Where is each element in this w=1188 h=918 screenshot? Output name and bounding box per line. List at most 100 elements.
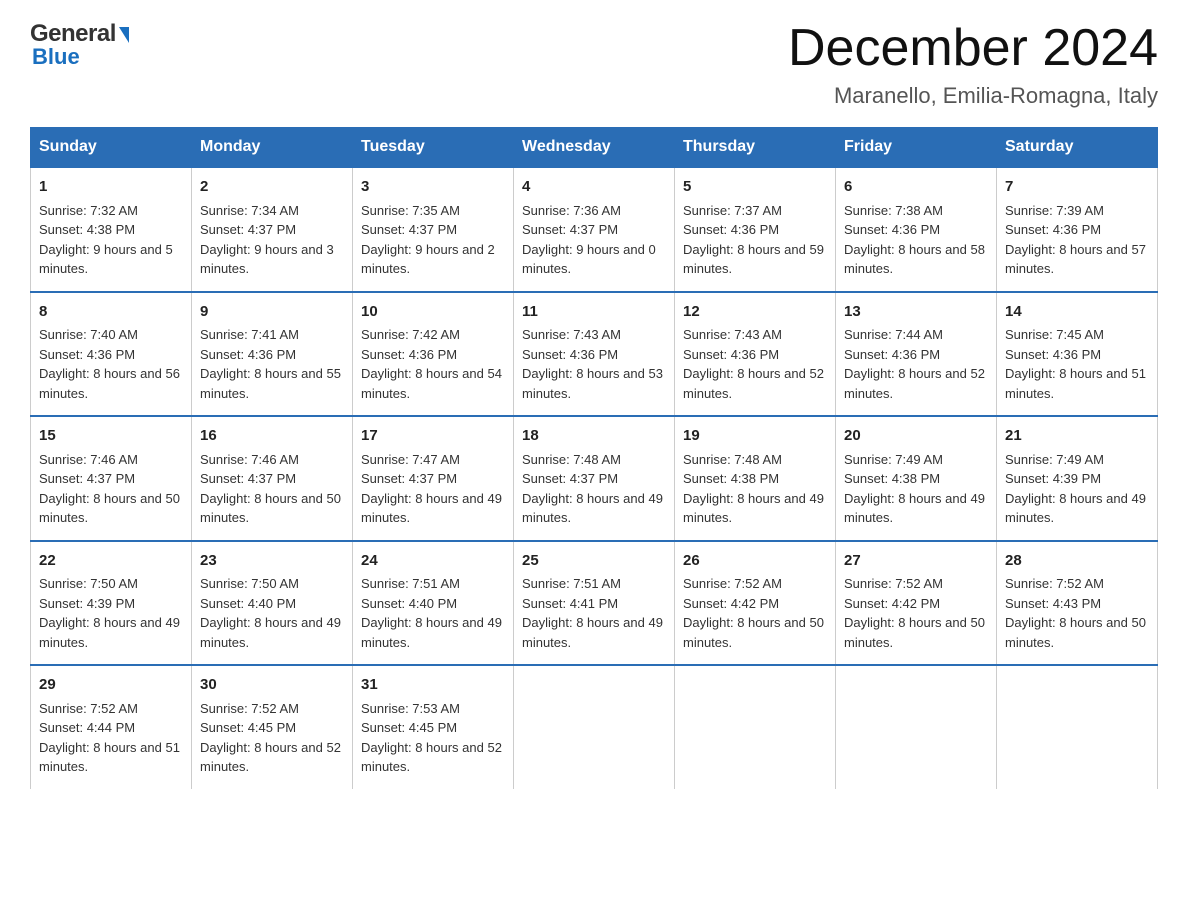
header-friday: Friday xyxy=(836,128,997,168)
calendar-cell: 2Sunrise: 7:34 AMSunset: 4:37 PMDaylight… xyxy=(192,167,353,292)
day-number: 29 xyxy=(39,674,183,697)
month-year-title: December 2024 xyxy=(788,20,1158,77)
day-info: Sunrise: 7:41 AMSunset: 4:36 PMDaylight:… xyxy=(200,327,341,401)
calendar-cell: 14 Sunrise: 7:45 AMSunset: 4:36 PMDayligh… xyxy=(997,292,1158,417)
calendar-week-row: 22 Sunrise: 7:50 AMSunset: 4:39 PMDayligh… xyxy=(31,541,1158,666)
day-info: Sunrise: 7:46 AMSunset: 4:37 PMDaylight:… xyxy=(200,452,341,526)
calendar-cell: 8 Sunrise: 7:40 AMSunset: 4:36 PMDaylight… xyxy=(31,292,192,417)
calendar-cell: 17 Sunrise: 7:47 AMSunset: 4:37 PMDayligh… xyxy=(353,416,514,541)
calendar-cell: 24 Sunrise: 7:51 AMSunset: 4:40 PMDayligh… xyxy=(353,541,514,666)
day-info: Sunrise: 7:52 AMSunset: 4:45 PMDaylight:… xyxy=(200,701,341,775)
location-subtitle: Maranello, Emilia-Romagna, Italy xyxy=(788,83,1158,109)
day-number: 3 xyxy=(361,176,505,199)
day-number: 19 xyxy=(683,425,827,448)
day-info: Sunrise: 7:40 AMSunset: 4:36 PMDaylight:… xyxy=(39,327,180,401)
calendar-week-row: 1Sunrise: 7:32 AMSunset: 4:38 PMDaylight… xyxy=(31,167,1158,292)
calendar-header-row: SundayMondayTuesdayWednesdayThursdayFrid… xyxy=(31,128,1158,168)
calendar-week-row: 29 Sunrise: 7:52 AMSunset: 4:44 PMDayligh… xyxy=(31,665,1158,789)
day-info: Sunrise: 7:34 AMSunset: 4:37 PMDaylight:… xyxy=(200,203,334,277)
day-number: 6 xyxy=(844,176,988,199)
calendar-cell: 27Sunrise: 7:52 AMSunset: 4:42 PMDayligh… xyxy=(836,541,997,666)
day-number: 5 xyxy=(683,176,827,199)
day-number: 21 xyxy=(1005,425,1149,448)
calendar-cell: 9Sunrise: 7:41 AMSunset: 4:36 PMDaylight… xyxy=(192,292,353,417)
day-info: Sunrise: 7:47 AMSunset: 4:37 PMDaylight:… xyxy=(361,452,502,526)
header-wednesday: Wednesday xyxy=(514,128,675,168)
header-monday: Monday xyxy=(192,128,353,168)
day-number: 24 xyxy=(361,550,505,573)
day-number: 26 xyxy=(683,550,827,573)
day-info: Sunrise: 7:45 AMSunset: 4:36 PMDaylight:… xyxy=(1005,327,1146,401)
day-info: Sunrise: 7:50 AMSunset: 4:40 PMDaylight:… xyxy=(200,576,341,650)
calendar-cell: 31Sunrise: 7:53 AMSunset: 4:45 PMDayligh… xyxy=(353,665,514,789)
day-info: Sunrise: 7:36 AMSunset: 4:37 PMDaylight:… xyxy=(522,203,656,277)
header-thursday: Thursday xyxy=(675,128,836,168)
calendar-cell: 28Sunrise: 7:52 AMSunset: 4:43 PMDayligh… xyxy=(997,541,1158,666)
day-info: Sunrise: 7:39 AMSunset: 4:36 PMDaylight:… xyxy=(1005,203,1146,277)
header-saturday: Saturday xyxy=(997,128,1158,168)
day-info: Sunrise: 7:43 AMSunset: 4:36 PMDaylight:… xyxy=(683,327,824,401)
day-info: Sunrise: 7:48 AMSunset: 4:38 PMDaylight:… xyxy=(683,452,824,526)
calendar-cell: 16 Sunrise: 7:46 AMSunset: 4:37 PMDayligh… xyxy=(192,416,353,541)
day-info: Sunrise: 7:51 AMSunset: 4:40 PMDaylight:… xyxy=(361,576,502,650)
day-info: Sunrise: 7:50 AMSunset: 4:39 PMDaylight:… xyxy=(39,576,180,650)
day-number: 11 xyxy=(522,301,666,324)
calendar-cell: 15Sunrise: 7:46 AMSunset: 4:37 PMDayligh… xyxy=(31,416,192,541)
day-number: 30 xyxy=(200,674,344,697)
day-number: 18 xyxy=(522,425,666,448)
day-info: Sunrise: 7:52 AMSunset: 4:43 PMDaylight:… xyxy=(1005,576,1146,650)
header-sunday: Sunday xyxy=(31,128,192,168)
calendar-cell: 13 Sunrise: 7:44 AMSunset: 4:36 PMDayligh… xyxy=(836,292,997,417)
day-number: 8 xyxy=(39,301,183,324)
day-info: Sunrise: 7:44 AMSunset: 4:36 PMDaylight:… xyxy=(844,327,985,401)
day-info: Sunrise: 7:48 AMSunset: 4:37 PMDaylight:… xyxy=(522,452,663,526)
calendar-cell xyxy=(675,665,836,789)
day-number: 13 xyxy=(844,301,988,324)
calendar-cell: 23 Sunrise: 7:50 AMSunset: 4:40 PMDayligh… xyxy=(192,541,353,666)
calendar-cell: 5 Sunrise: 7:37 AMSunset: 4:36 PMDaylight… xyxy=(675,167,836,292)
calendar-cell xyxy=(997,665,1158,789)
day-info: Sunrise: 7:42 AMSunset: 4:36 PMDaylight:… xyxy=(361,327,502,401)
logo-blue: Blue xyxy=(30,44,80,70)
calendar-table: SundayMondayTuesdayWednesdayThursdayFrid… xyxy=(30,127,1158,789)
page-header: General Blue December 2024 Maranello, Em… xyxy=(30,20,1158,109)
day-info: Sunrise: 7:52 AMSunset: 4:44 PMDaylight:… xyxy=(39,701,180,775)
day-number: 17 xyxy=(361,425,505,448)
day-number: 16 xyxy=(200,425,344,448)
calendar-cell: 25 Sunrise: 7:51 AMSunset: 4:41 PMDayligh… xyxy=(514,541,675,666)
day-number: 10 xyxy=(361,301,505,324)
calendar-cell: 19 Sunrise: 7:48 AMSunset: 4:38 PMDayligh… xyxy=(675,416,836,541)
calendar-cell: 26Sunrise: 7:52 AMSunset: 4:42 PMDayligh… xyxy=(675,541,836,666)
calendar-cell: 12 Sunrise: 7:43 AMSunset: 4:36 PMDayligh… xyxy=(675,292,836,417)
calendar-cell: 1Sunrise: 7:32 AMSunset: 4:38 PMDaylight… xyxy=(31,167,192,292)
calendar-cell: 4 Sunrise: 7:36 AMSunset: 4:37 PMDaylight… xyxy=(514,167,675,292)
day-info: Sunrise: 7:49 AMSunset: 4:39 PMDaylight:… xyxy=(1005,452,1146,526)
day-number: 7 xyxy=(1005,176,1149,199)
calendar-cell xyxy=(514,665,675,789)
day-number: 27 xyxy=(844,550,988,573)
calendar-cell: 10 Sunrise: 7:42 AMSunset: 4:36 PMDayligh… xyxy=(353,292,514,417)
day-number: 23 xyxy=(200,550,344,573)
day-number: 22 xyxy=(39,550,183,573)
day-number: 12 xyxy=(683,301,827,324)
day-number: 15 xyxy=(39,425,183,448)
day-number: 14 xyxy=(1005,301,1149,324)
calendar-cell: 20Sunrise: 7:49 AMSunset: 4:38 PMDayligh… xyxy=(836,416,997,541)
header-tuesday: Tuesday xyxy=(353,128,514,168)
day-info: Sunrise: 7:32 AMSunset: 4:38 PMDaylight:… xyxy=(39,203,173,277)
calendar-cell: 7 Sunrise: 7:39 AMSunset: 4:36 PMDaylight… xyxy=(997,167,1158,292)
calendar-week-row: 8 Sunrise: 7:40 AMSunset: 4:36 PMDaylight… xyxy=(31,292,1158,417)
day-number: 4 xyxy=(522,176,666,199)
title-block: December 2024 Maranello, Emilia-Romagna,… xyxy=(788,20,1158,109)
calendar-cell: 11Sunrise: 7:43 AMSunset: 4:36 PMDayligh… xyxy=(514,292,675,417)
day-info: Sunrise: 7:37 AMSunset: 4:36 PMDaylight:… xyxy=(683,203,824,277)
logo: General Blue xyxy=(30,20,129,70)
logo-triangle-icon xyxy=(119,27,129,43)
day-info: Sunrise: 7:35 AMSunset: 4:37 PMDaylight:… xyxy=(361,203,495,277)
calendar-cell: 6 Sunrise: 7:38 AMSunset: 4:36 PMDaylight… xyxy=(836,167,997,292)
calendar-cell xyxy=(836,665,997,789)
day-info: Sunrise: 7:51 AMSunset: 4:41 PMDaylight:… xyxy=(522,576,663,650)
day-number: 25 xyxy=(522,550,666,573)
day-info: Sunrise: 7:49 AMSunset: 4:38 PMDaylight:… xyxy=(844,452,985,526)
day-info: Sunrise: 7:38 AMSunset: 4:36 PMDaylight:… xyxy=(844,203,985,277)
